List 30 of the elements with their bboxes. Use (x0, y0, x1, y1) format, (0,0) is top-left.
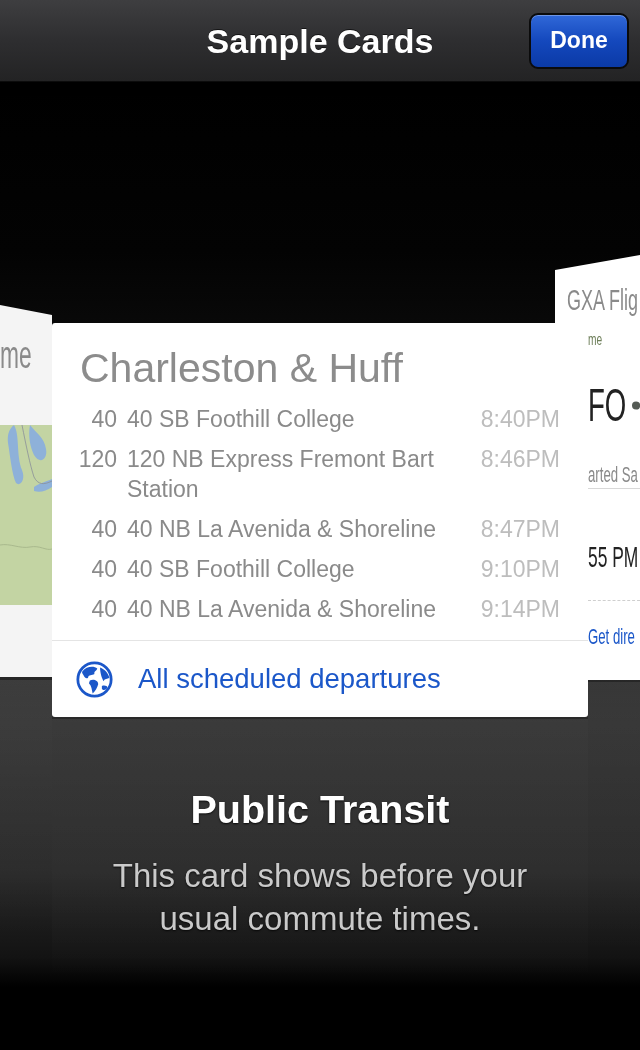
flight-status: arted Sa (588, 463, 638, 487)
departures-link[interactable]: All scheduled departures (138, 663, 441, 695)
card-label: me (588, 331, 603, 349)
nav-title: Sample Cards (206, 20, 434, 61)
airport-code: FO (588, 380, 627, 430)
destination: 120 NB Express Fremont Bart Station (127, 445, 435, 504)
destination: 40 SB Foothill College (127, 405, 356, 434)
card-title: Charleston & Huff (79, 344, 404, 391)
globe-icon (76, 660, 113, 698)
route-number: 40 (90, 555, 117, 584)
card-title: GXA Flig (567, 284, 639, 316)
departure-time: 9:10PM (479, 555, 560, 584)
destination: 40 NB La Avenida & Shoreline (127, 515, 438, 544)
destination: 40 NB La Avenida & Shoreline (127, 595, 438, 624)
route-dot-icon (631, 400, 640, 410)
route-number: 40 (90, 595, 117, 624)
card-title: me (0, 334, 32, 376)
directions-link[interactable]: Get dire (588, 626, 635, 648)
route-number: 40 (90, 515, 117, 544)
flight-time: 55 PM (588, 540, 639, 575)
done-button[interactable]: Done (529, 12, 629, 69)
departure-time: 8:47PM (479, 515, 560, 544)
caption-description: This card shows before your usual commute times. (111, 856, 529, 939)
departure-time: 8:40PM (479, 405, 560, 434)
departure-time: 8:46PM (479, 445, 560, 474)
caption-title: Public Transit (190, 786, 450, 832)
route-number: 40 (90, 405, 117, 434)
destination: 40 SB Foothill College (127, 555, 356, 584)
departure-time: 9:14PM (479, 595, 560, 624)
route-number: 120 (78, 445, 117, 474)
